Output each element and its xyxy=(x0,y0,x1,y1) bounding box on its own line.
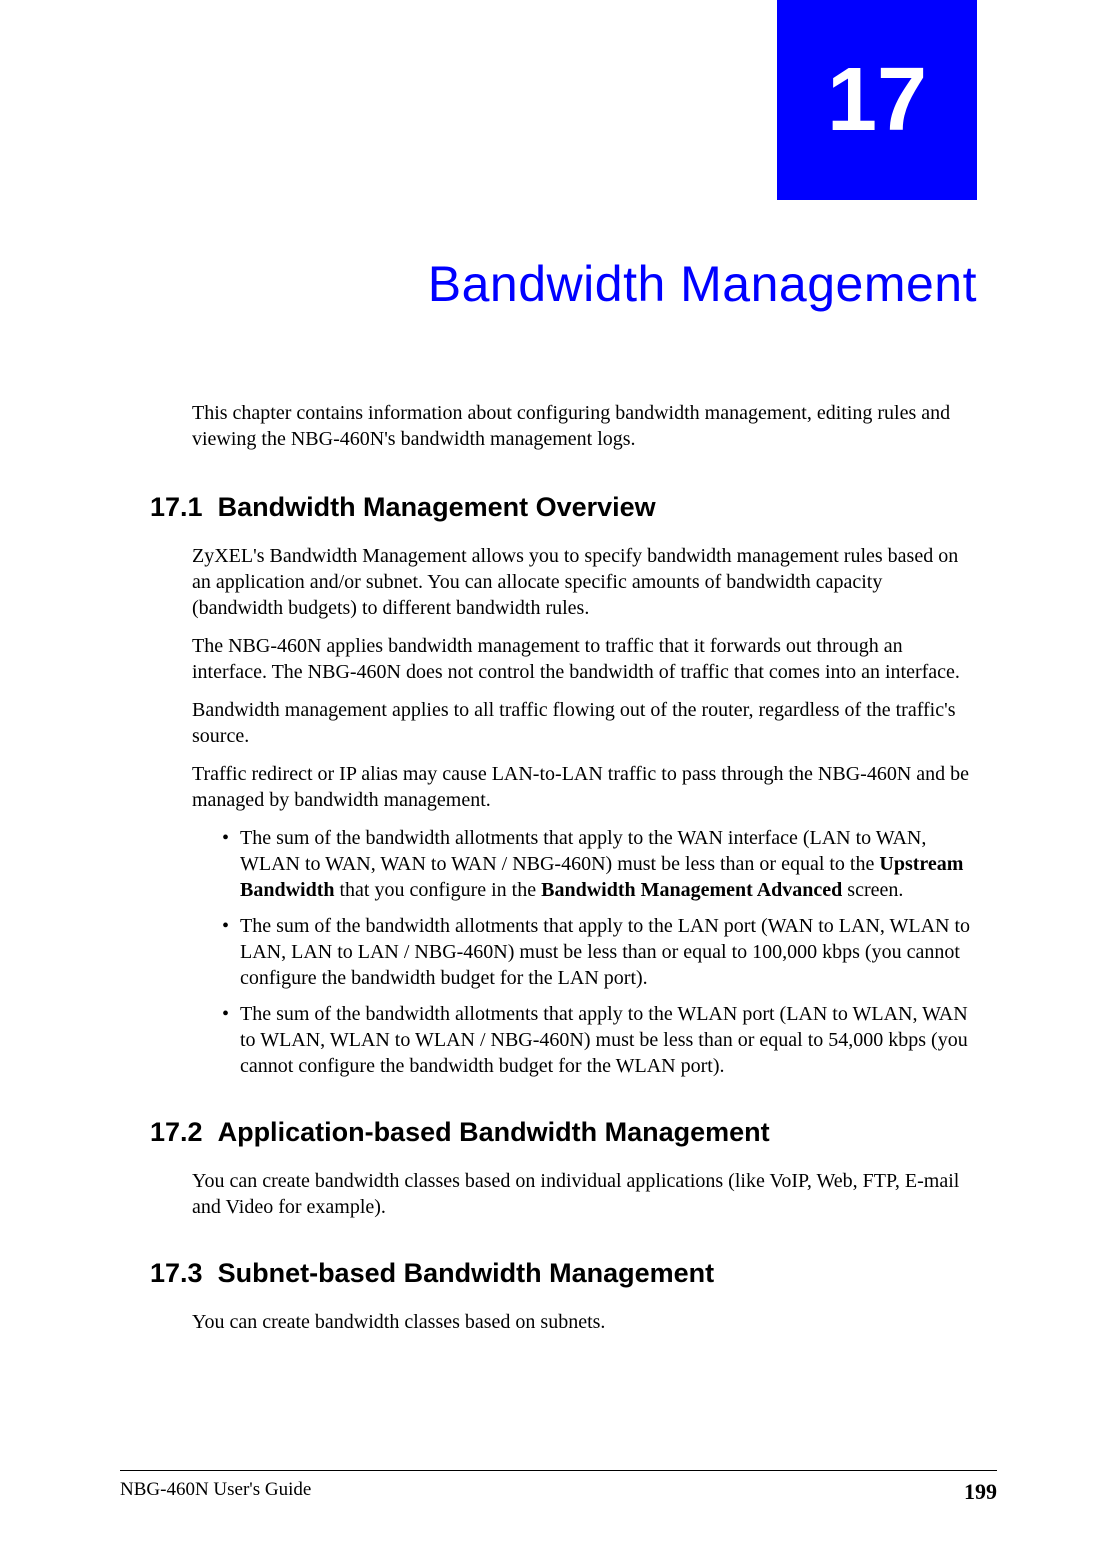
section-17-3: 17.3 Subnet-based Bandwidth Management Y… xyxy=(150,1256,977,1335)
section-heading: 17.2 Application-based Bandwidth Managem… xyxy=(150,1115,977,1150)
chapter-number-block: 17 xyxy=(777,0,977,200)
intro-paragraph: This chapter contains information about … xyxy=(192,400,977,452)
footer-page-number: 199 xyxy=(964,1479,997,1505)
bullet-text-post: screen. xyxy=(842,879,903,901)
para: Bandwidth management applies to all traf… xyxy=(192,697,977,749)
section-heading: 17.1 Bandwidth Management Overview xyxy=(150,490,977,525)
section-number: 17.3 xyxy=(150,1258,203,1288)
page-container: 17 Bandwidth Management This chapter con… xyxy=(0,0,1097,1553)
section-body: You can create bandwidth classes based o… xyxy=(192,1168,977,1220)
bullet-bold-2: Bandwidth Management Advanced xyxy=(541,879,842,901)
page-footer: NBG-460N User's Guide 199 xyxy=(120,1470,997,1505)
content-area: This chapter contains information about … xyxy=(150,400,977,1371)
section-body: You can create bandwidth classes based o… xyxy=(192,1309,977,1335)
list-item: The sum of the bandwidth allotments that… xyxy=(222,913,977,991)
section-title: Bandwidth Management Overview xyxy=(218,492,656,522)
para: You can create bandwidth classes based o… xyxy=(192,1309,977,1335)
list-item: The sum of the bandwidth allotments that… xyxy=(222,1001,977,1079)
list-item: The sum of the bandwidth allotments that… xyxy=(222,825,977,903)
section-17-2: 17.2 Application-based Bandwidth Managem… xyxy=(150,1115,977,1220)
section-title: Subnet-based Bandwidth Management xyxy=(218,1258,715,1288)
bullet-list: The sum of the bandwidth allotments that… xyxy=(222,825,977,1079)
chapter-number: 17 xyxy=(827,49,927,152)
bullet-text-pre: The sum of the bandwidth allotments that… xyxy=(240,827,926,875)
section-number: 17.2 xyxy=(150,1117,203,1147)
para: You can create bandwidth classes based o… xyxy=(192,1168,977,1220)
section-body: ZyXEL's Bandwidth Management allows you … xyxy=(192,543,977,1079)
footer-guide-name: NBG-460N User's Guide xyxy=(120,1479,311,1505)
chapter-title: Bandwidth Management xyxy=(150,255,977,313)
para: The NBG-460N applies bandwidth managemen… xyxy=(192,633,977,685)
intro-text: This chapter contains information about … xyxy=(192,400,977,452)
chapter-title-wrap: Bandwidth Management xyxy=(150,255,977,313)
para: ZyXEL's Bandwidth Management allows you … xyxy=(192,543,977,621)
section-heading: 17.3 Subnet-based Bandwidth Management xyxy=(150,1256,977,1291)
section-number: 17.1 xyxy=(150,492,203,522)
section-title: Application-based Bandwidth Management xyxy=(218,1117,770,1147)
section-17-1: 17.1 Bandwidth Management Overview ZyXEL… xyxy=(150,490,977,1079)
bullet-text-mid: that you configure in the xyxy=(335,879,542,901)
para: Traffic redirect or IP alias may cause L… xyxy=(192,761,977,813)
